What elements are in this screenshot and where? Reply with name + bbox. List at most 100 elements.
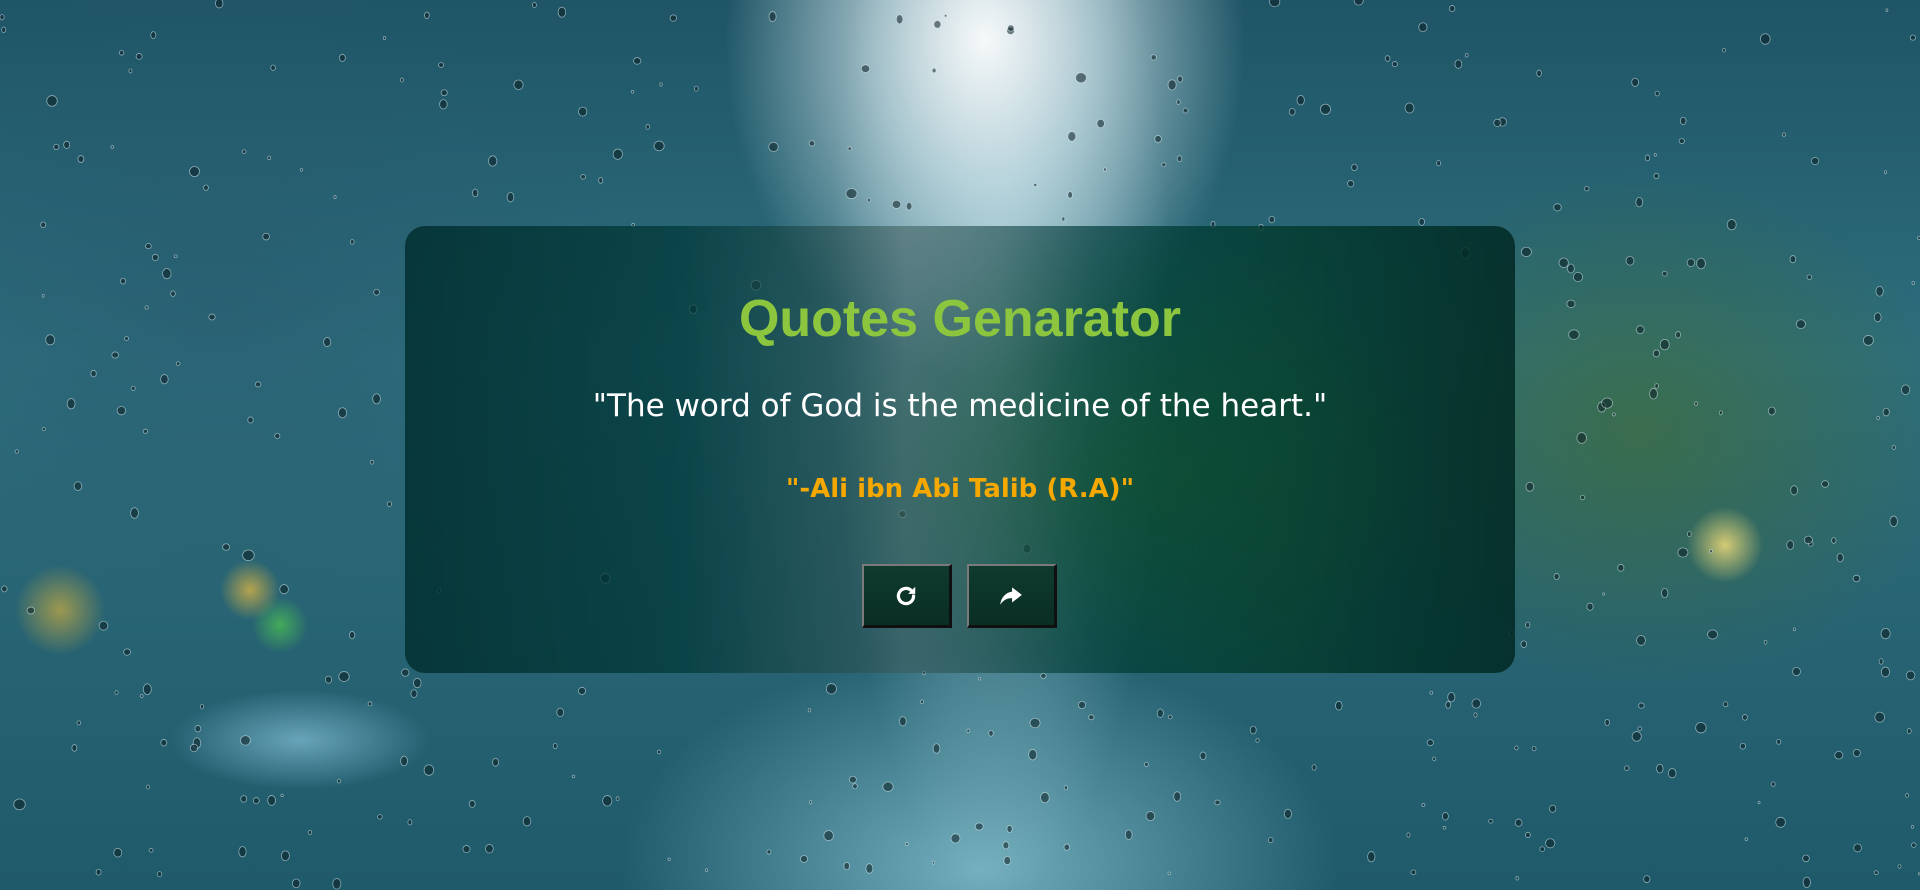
rain-drop — [280, 850, 290, 862]
rain-drop — [1644, 154, 1651, 162]
rain-drop — [693, 85, 699, 92]
rain-drop — [1695, 722, 1707, 734]
rain-drop — [1707, 629, 1719, 640]
rain-drop — [1006, 26, 1015, 35]
rain-drop — [1694, 401, 1699, 406]
rain-drop — [1770, 781, 1776, 787]
rain-drop — [280, 793, 284, 798]
rain-drop — [1686, 258, 1696, 268]
rain-drop — [1167, 871, 1171, 875]
rain-drop — [1145, 811, 1156, 822]
rain-drop — [825, 683, 837, 695]
rain-drop — [1167, 714, 1173, 720]
rain-drop — [1617, 563, 1625, 572]
rain-drop — [1636, 635, 1646, 646]
rain-drop — [332, 878, 342, 890]
rain-drop — [1876, 415, 1880, 421]
rain-drop — [1792, 666, 1801, 677]
rain-drop — [1335, 700, 1343, 711]
rain-drop — [377, 814, 383, 820]
rain-drop — [1803, 535, 1813, 545]
new-quote-button[interactable] — [861, 564, 952, 628]
rain-drop — [1643, 875, 1651, 883]
rain-drop — [1156, 708, 1164, 718]
rain-drop — [580, 174, 587, 180]
rain-drop — [1722, 701, 1729, 708]
rain-drop — [192, 737, 202, 749]
rain-drop — [1792, 627, 1796, 632]
rain-drop — [898, 716, 907, 727]
rain-drop — [1880, 666, 1890, 678]
rain-drop — [1678, 138, 1685, 144]
rain-drop — [1269, 0, 1281, 8]
rain-drop — [1124, 829, 1133, 840]
rain-drop — [488, 155, 498, 167]
rain-drop — [1910, 825, 1915, 829]
rain-drop — [943, 13, 948, 18]
rain-drop — [40, 221, 47, 229]
rain-drop — [1709, 549, 1713, 554]
rain-drop — [240, 735, 251, 746]
rain-drop — [1659, 338, 1670, 351]
rain-drop — [1539, 846, 1545, 852]
rain-drop — [1311, 764, 1317, 771]
rain-drop — [1576, 432, 1587, 444]
rain-drop — [1652, 349, 1660, 358]
rain-drop — [240, 795, 248, 803]
share-button[interactable] — [966, 564, 1057, 628]
rain-drop — [1873, 312, 1882, 323]
rain-drop — [1656, 763, 1664, 774]
rain-drop — [142, 428, 148, 434]
rain-drop — [847, 146, 852, 151]
rain-drop — [337, 778, 342, 784]
rain-drop — [974, 822, 984, 831]
quote-text: "The word of God is the medicine of the … — [592, 388, 1328, 424]
rain-drop — [845, 188, 858, 200]
rain-drop — [1391, 61, 1398, 68]
rain-drop — [1442, 811, 1449, 821]
rain-drop — [1520, 640, 1528, 648]
rain-drop — [1199, 751, 1207, 760]
rain-drop — [1449, 5, 1456, 12]
rain-drop — [144, 305, 149, 310]
rain-drop — [1760, 33, 1771, 45]
rain-drop — [1063, 843, 1070, 851]
rain-drop — [1802, 876, 1811, 888]
page-title: Quotes Genarator — [738, 290, 1182, 348]
rain-drop — [189, 166, 200, 177]
rain-drop — [1173, 791, 1182, 802]
rain-drop — [950, 833, 961, 844]
rain-drop — [1351, 163, 1358, 172]
rain-drop — [90, 369, 97, 378]
rain-drop — [931, 860, 935, 865]
rain-drop — [116, 405, 127, 416]
rain-drop — [438, 62, 445, 68]
rain-drop — [1638, 702, 1645, 709]
rain-drop — [531, 2, 537, 8]
rain-drop — [1103, 167, 1107, 172]
rain-drop — [1874, 711, 1885, 723]
rain-drop — [189, 743, 199, 752]
rain-drop — [1602, 592, 1605, 596]
rain-drop — [150, 31, 157, 39]
rain-drop — [513, 79, 524, 90]
rain-drop — [173, 254, 178, 258]
rain-drop — [53, 143, 60, 150]
rain-drop — [1776, 738, 1782, 745]
rain-drop — [978, 677, 982, 681]
rain-drop — [1880, 628, 1891, 640]
rain-drop — [1067, 131, 1077, 142]
rain-drop — [1586, 602, 1594, 611]
rain-drop — [1677, 547, 1689, 558]
rain-drop — [1584, 185, 1590, 192]
rain-drop — [1553, 203, 1562, 212]
rain-drop — [1789, 255, 1797, 264]
rain-drop — [1863, 335, 1874, 346]
rain-drop — [203, 184, 209, 191]
rain-drop — [1498, 117, 1507, 127]
rain-drop — [852, 783, 858, 790]
rain-drop — [669, 14, 677, 22]
rain-drop — [808, 140, 816, 147]
rain-drop — [1406, 832, 1411, 838]
rain-drop — [920, 699, 924, 705]
